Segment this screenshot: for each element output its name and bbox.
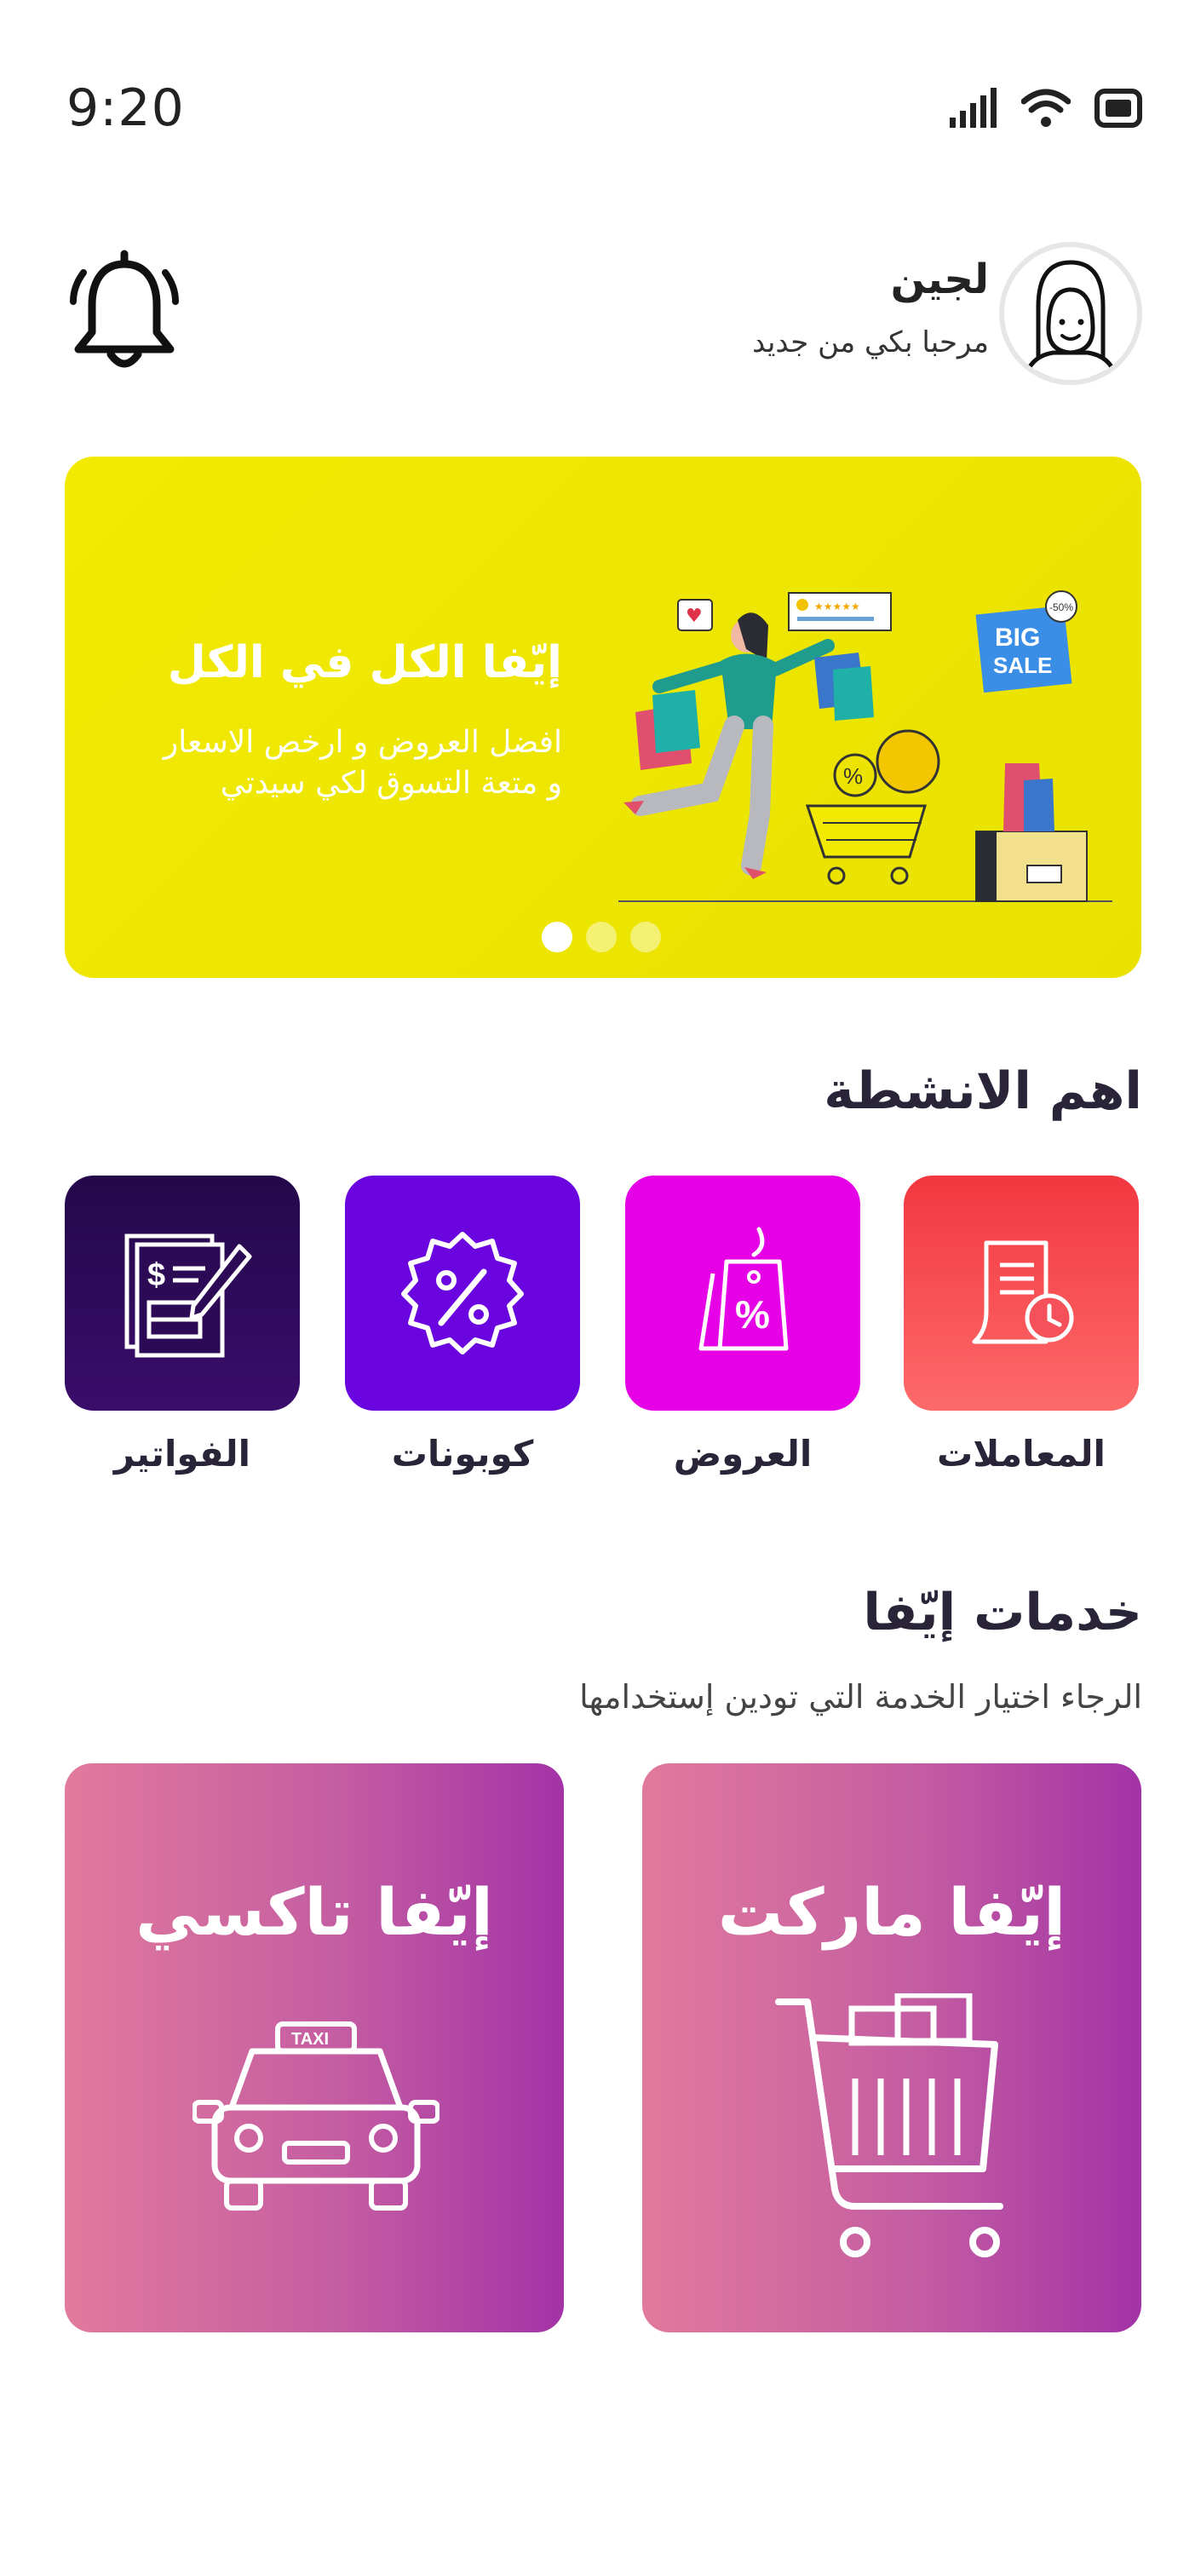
taxi-sign-text: TAXI	[291, 2030, 329, 2049]
status-time: 9:20	[66, 78, 185, 138]
carousel-dot-1[interactable]	[542, 922, 572, 952]
banner-subtitle: افضل العروض و ارخص الاسعار و متعة التسوق…	[164, 722, 562, 804]
svg-text:★★★★★: ★★★★★	[814, 601, 860, 612]
signal-icon	[950, 88, 997, 128]
greeting-text: مرحبا بكي من جديد	[752, 325, 989, 359]
activity-bills-tile[interactable]: $	[65, 1176, 300, 1411]
wifi-icon	[1021, 89, 1071, 127]
bills-icon: $	[124, 1233, 252, 1358]
activity-offers-label: العروض	[673, 1433, 813, 1475]
activity-transactions-label: المعاملات	[937, 1433, 1106, 1475]
services-subtitle: الرجاء اختيار الخدمة التي تودين إستخدامه…	[579, 1678, 1142, 1716]
coupon-icon	[401, 1232, 524, 1354]
service-taxi-card[interactable]: إيّفا تاكسي TAXI	[65, 1763, 564, 2332]
banner-subtitle-line1: افضل العروض و ارخص الاسعار	[163, 725, 562, 760]
shopping-illustration: ★★★★★ ♥ BIG SALE -50% %	[618, 590, 1112, 902]
banner-title: إيّفا الكل في الكل	[167, 637, 562, 688]
battery-icon	[1094, 89, 1142, 128]
activity-coupons-tile[interactable]	[345, 1176, 580, 1411]
activity-transactions-tile[interactable]	[904, 1176, 1139, 1411]
woman-hijab-icon	[1022, 260, 1119, 380]
service-market-label: إيّفا ماركت	[717, 1874, 1066, 1950]
big-text: BIG	[995, 624, 1040, 652]
carousel-dots	[542, 922, 661, 952]
service-market-card[interactable]: إيّفا ماركت	[642, 1763, 1141, 2332]
svg-text:%: %	[735, 1292, 770, 1337]
percent-text: %	[843, 763, 863, 789]
services-title: خدمات إيّفا	[863, 1583, 1142, 1642]
offers-tag-icon: %	[698, 1227, 789, 1351]
discount-text: -50%	[1049, 601, 1073, 613]
taxi-icon: TAXI	[192, 2021, 440, 2211]
user-name: لجين	[890, 256, 989, 303]
promo-banner[interactable]: إيّفا الكل في الكل افضل العروض و ارخص ال…	[65, 457, 1141, 978]
activity-bills-label: الفواتير	[113, 1433, 251, 1475]
carousel-dot-2[interactable]	[586, 922, 617, 952]
carousel-dot-3[interactable]	[630, 922, 661, 952]
activity-coupons-label: كوبونات	[391, 1433, 534, 1475]
activities-title: اهم الانشطة	[824, 1061, 1142, 1121]
svg-text:$: $	[147, 1257, 165, 1293]
svg-text:♥: ♥	[686, 606, 703, 627]
avatar[interactable]	[999, 242, 1142, 385]
transactions-icon	[972, 1240, 1074, 1344]
banner-subtitle-line2: و متعة التسوق لكي سيدتي	[220, 766, 562, 801]
shopping-cart-icon	[775, 1993, 1003, 2257]
sale-text: SALE	[993, 653, 1052, 678]
activity-offers-tile[interactable]: %	[625, 1176, 860, 1411]
status-icons	[948, 87, 1142, 129]
service-taxi-label: إيّفا تاكسي	[135, 1874, 493, 1950]
bell-icon[interactable]	[66, 249, 182, 375]
